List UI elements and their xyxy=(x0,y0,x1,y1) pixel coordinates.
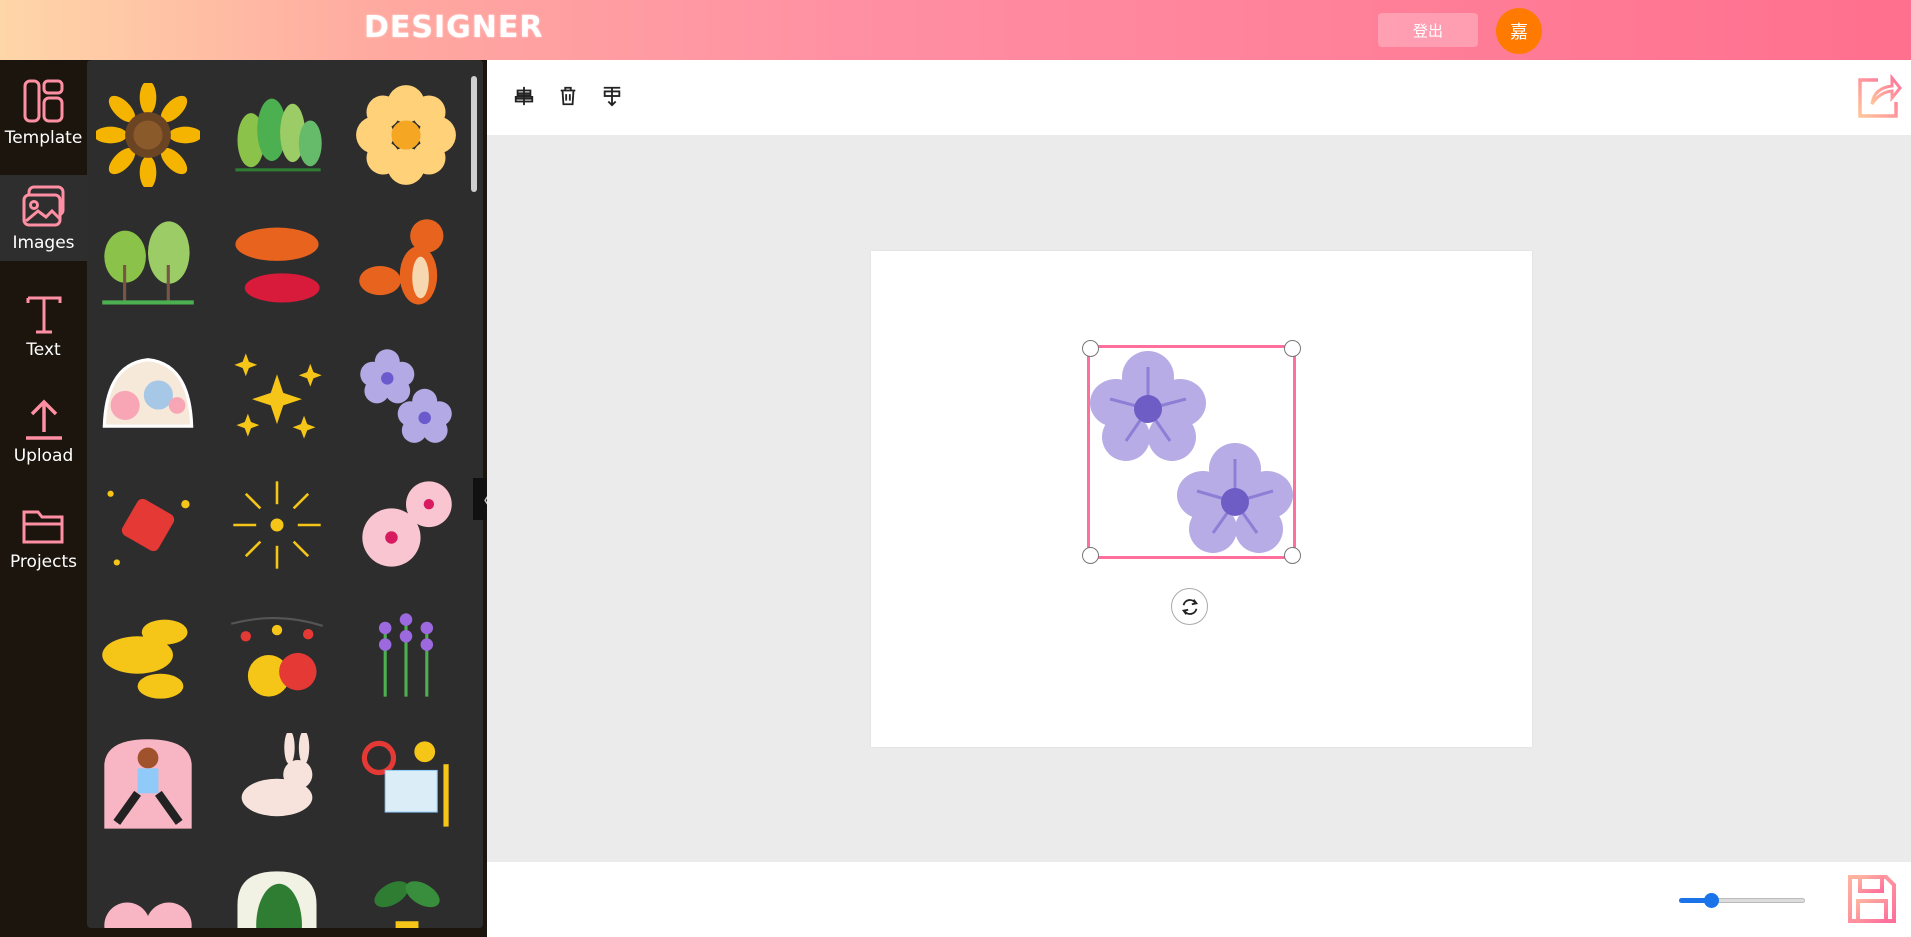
image-cute-creatures[interactable] xyxy=(93,860,203,928)
logout-button[interactable]: 登出 xyxy=(1378,13,1478,47)
app-logo[interactable]: DESIGNER xyxy=(364,10,544,45)
align-vertical-button[interactable] xyxy=(599,82,625,110)
align-center-button[interactable] xyxy=(511,82,537,110)
user-avatar[interactable]: 嘉 xyxy=(1496,8,1542,54)
resize-handle-bottom-right[interactable] xyxy=(1284,547,1301,564)
top-bar: DESIGNER 登出 嘉 xyxy=(0,0,1911,60)
image-floral-scene[interactable] xyxy=(93,340,203,450)
folder-icon xyxy=(22,510,63,544)
align-vertical-icon xyxy=(603,86,621,107)
save-button[interactable] xyxy=(1846,873,1898,925)
sidebar-item-label: Projects xyxy=(9,552,78,572)
upload-icon xyxy=(25,399,62,440)
zoom-slider[interactable] xyxy=(1679,893,1805,908)
rotate-icon xyxy=(1181,598,1198,615)
panel-scrollbar[interactable] xyxy=(471,76,477,192)
image-firecrackers[interactable] xyxy=(93,470,203,580)
images-icon xyxy=(22,185,64,227)
zoom-slider-knob[interactable] xyxy=(1703,893,1719,908)
image-sparkles[interactable] xyxy=(222,340,332,450)
template-icon xyxy=(23,79,63,123)
resize-handle-top-right[interactable] xyxy=(1284,340,1301,357)
share-icon xyxy=(1858,73,1902,118)
image-fox[interactable] xyxy=(351,210,461,320)
sidebar-item-text[interactable]: Text xyxy=(0,282,87,368)
sidebar-item-images[interactable]: Images xyxy=(0,175,87,261)
image-trees[interactable] xyxy=(93,210,203,320)
image-potted-plant[interactable] xyxy=(351,860,461,928)
image-lanterns[interactable] xyxy=(222,600,332,710)
align-center-icon xyxy=(514,86,534,106)
rotate-handle[interactable] xyxy=(1171,588,1208,625)
image-bunny[interactable] xyxy=(222,730,332,840)
images-panel xyxy=(87,60,483,928)
sidebar-item-label: Template xyxy=(4,128,83,148)
sidebar-item-label: Upload xyxy=(13,446,74,466)
sidebar-item-label: Text xyxy=(26,340,61,360)
resize-handle-bottom-left[interactable] xyxy=(1082,547,1099,564)
image-golden-clouds[interactable] xyxy=(93,600,203,710)
image-cherry-blossoms[interactable] xyxy=(351,470,461,580)
sidebar-item-template[interactable]: Template xyxy=(0,70,87,156)
image-lavender[interactable] xyxy=(351,600,461,710)
delete-button[interactable] xyxy=(555,82,581,110)
image-clouds[interactable] xyxy=(222,210,332,320)
image-designer-tools[interactable] xyxy=(351,730,461,840)
image-yellow-flower[interactable] xyxy=(351,80,461,190)
save-icon xyxy=(1848,875,1896,923)
sidebar: Template Images Text Upload Projects xyxy=(0,60,87,937)
text-icon xyxy=(26,296,61,334)
image-sunflower[interactable] xyxy=(93,80,203,190)
image-fireworks[interactable] xyxy=(222,470,332,580)
selection-box xyxy=(1087,345,1296,559)
image-purple-flowers[interactable] xyxy=(351,340,461,450)
image-cactus[interactable] xyxy=(222,860,332,928)
trash-icon xyxy=(560,86,576,106)
resize-handle-top-left[interactable] xyxy=(1082,340,1099,357)
editor-toolbar xyxy=(487,60,1911,135)
image-yoga-person[interactable] xyxy=(93,730,203,840)
sidebar-item-upload[interactable]: Upload xyxy=(0,388,87,474)
sidebar-item-projects[interactable]: Projects xyxy=(0,494,87,580)
sidebar-item-label: Images xyxy=(12,233,75,253)
image-forest[interactable] xyxy=(222,80,332,190)
share-button[interactable] xyxy=(1856,73,1902,120)
